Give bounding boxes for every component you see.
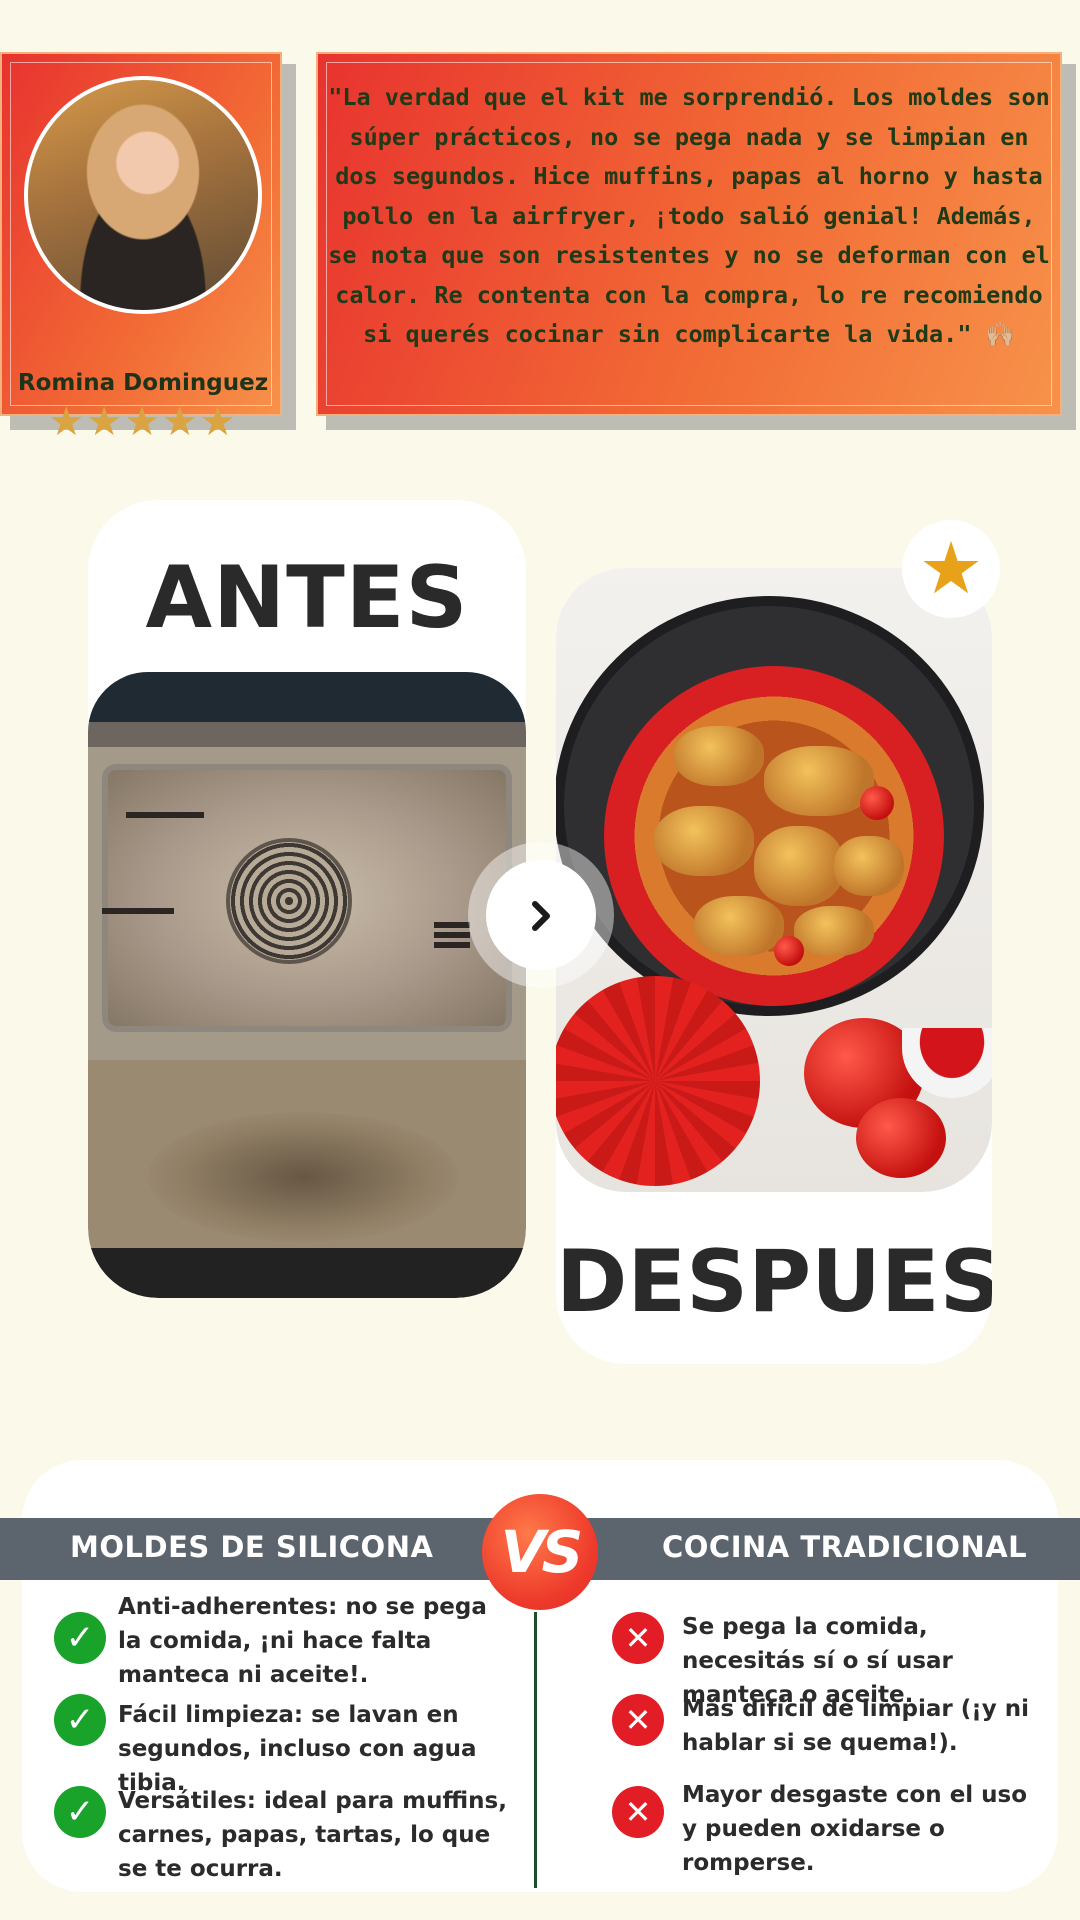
reviewer-card: Romina Dominguez ★★★★★ [0,52,282,444]
pro-item: Versátiles: ideal para muffins, carnes, … [118,1788,507,1882]
chicken-piece [764,746,874,816]
after-title: DESPUES [556,1232,992,1332]
cherry-tomato [774,936,804,966]
cherry-tomato [860,786,894,820]
con-item: Mayor desgaste con el uso y pueden oxida… [682,1782,1028,1876]
potato-piece [794,906,874,956]
chicken-piece [654,806,754,876]
airfryer-food-image [556,568,992,1192]
review-quote: "La verdad que el kit me sorprendió. Los… [328,83,1050,348]
pro-item: Anti-adherentes: no se pega la comida, ¡… [118,1594,487,1688]
oven-grime [148,1112,458,1242]
chicken-piece [674,726,764,786]
star-rating: ★★★★★ [48,399,238,445]
before-title: ANTES [145,548,469,648]
airfryer-basket [556,596,984,1016]
con-item: Más difícil de limpiar (¡y ni hablar si … [682,1696,1030,1756]
star-icon: ★ [902,520,1000,618]
chevron-right-icon [532,900,550,931]
oven-rail [102,908,174,914]
cross-icon: ✕ [612,1612,664,1664]
cross-icon: ✕ [612,1786,664,1838]
silicone-mold [604,666,944,1006]
potato-piece [834,836,904,896]
cross-icon: ✕ [612,1694,664,1746]
check-icon: ✓ [54,1612,106,1664]
silicone-molds-heading: MOLDES DE SILICONA [70,1530,434,1564]
reviewer-name: Romina Dominguez [17,370,269,396]
traditional-cooking-heading: COCINA TRADICIONAL [662,1530,1028,1564]
chicken-piece [754,826,844,906]
column-divider [534,1612,537,1888]
tomato [856,1098,946,1178]
silicone-cup [556,976,760,1186]
check-icon: ✓ [54,1694,106,1746]
after-panel: DESPUES [556,568,992,1364]
oven-vent [434,922,470,948]
next-arrow-button[interactable] [486,860,596,970]
dirty-oven-image [88,672,526,1298]
reviewer-avatar [24,76,262,314]
quote-card: "La verdad que el kit me sorprendió. Los… [316,52,1062,416]
before-panel: ANTES [88,500,526,1298]
oven-fan [226,838,352,964]
check-icon: ✓ [54,1786,106,1838]
potato-piece [694,896,784,956]
oven-rail [126,812,204,818]
